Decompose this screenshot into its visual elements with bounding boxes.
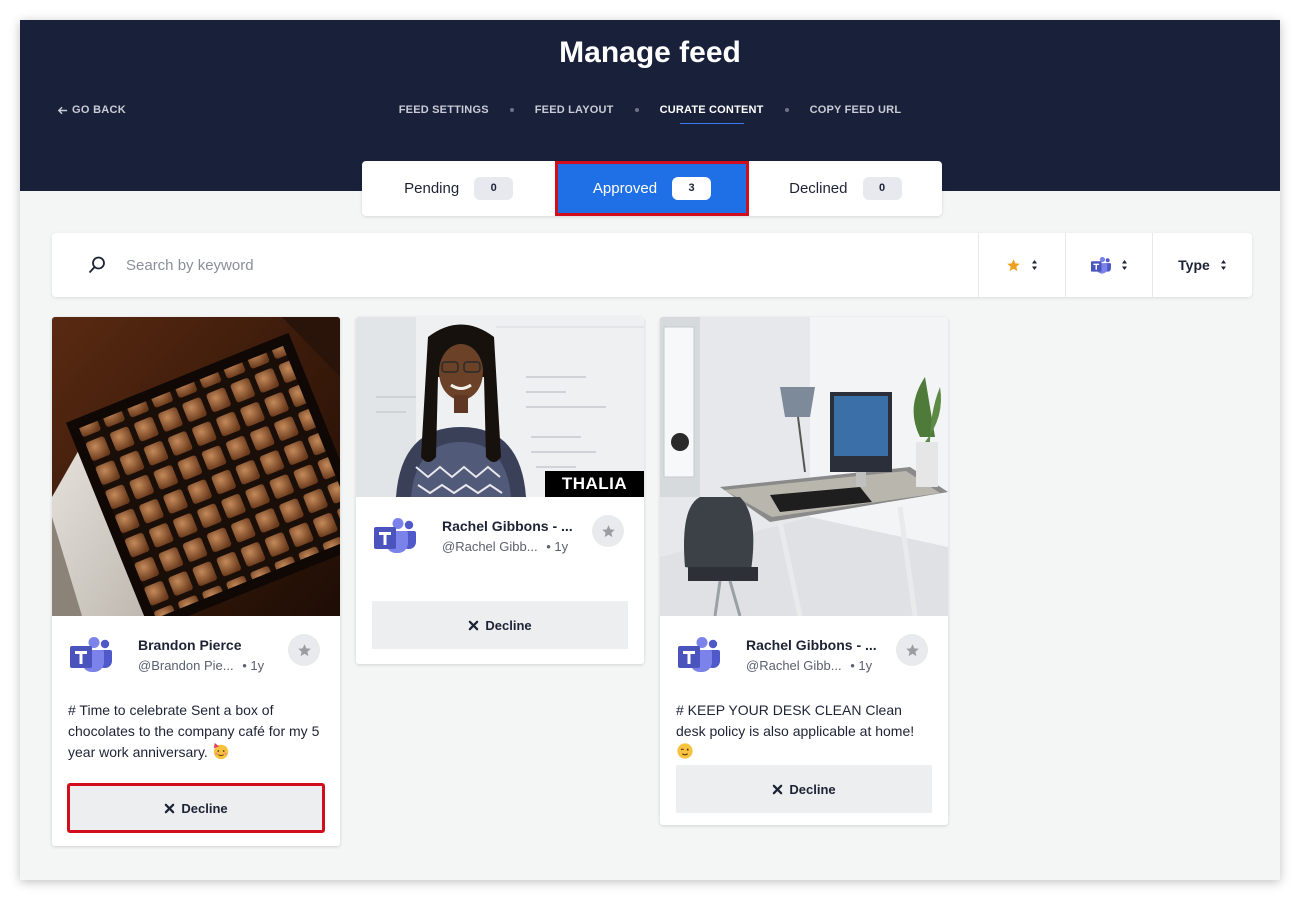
portrait-image[interactable]: THALIA: [356, 317, 644, 497]
favorites-filter[interactable]: [978, 233, 1065, 297]
author-handle: @Brandon Pie...: [138, 658, 234, 673]
search-icon: [88, 256, 105, 274]
tab-approved-count: 3: [672, 177, 712, 200]
nav-separator: [784, 108, 789, 112]
home-office-desk-image[interactable]: [660, 317, 948, 616]
post-body: # KEEP YOUR DESK CLEAN Clean desk policy…: [676, 702, 915, 739]
author-meta: @Rachel Gibb... • 1y: [442, 539, 568, 554]
nav-copy-feed-url[interactable]: COPY FEED URL: [810, 104, 902, 124]
post-author: Rachel Gibbons - ... @Rachel Gibb... • 1…: [356, 497, 644, 571]
sort-updown-icon: [1121, 260, 1127, 270]
post-card: Rachel Gibbons - ... @Rachel Gibb... • 1…: [660, 317, 948, 825]
author-name[interactable]: Rachel Gibbons - ...: [442, 518, 573, 534]
source-filter[interactable]: [1065, 233, 1152, 297]
app-window: Manage feed GO BACK FEED SETTINGS FEED L…: [20, 20, 1280, 880]
nav-separator: [509, 108, 514, 112]
author-meta: @Brandon Pie... • 1y: [138, 658, 264, 673]
moderation-tabs: Pending 0 Approved 3 Declined 0: [362, 161, 942, 216]
author-handle: @Rachel Gibb...: [442, 539, 538, 554]
nav-feed-settings[interactable]: FEED SETTINGS: [399, 104, 489, 124]
post-text: # Time to celebrate Sent a box of chocol…: [52, 690, 340, 780]
page-title: Manage feed: [559, 36, 741, 69]
author-name[interactable]: Brandon Pierce: [138, 637, 241, 653]
tab-declined-count: 0: [862, 177, 902, 200]
star-icon: [601, 524, 615, 537]
favorite-button[interactable]: [592, 515, 624, 547]
star-icon: [1007, 258, 1020, 271]
nav-curate-content[interactable]: CURATE CONTENT: [660, 104, 764, 124]
favorite-button[interactable]: [288, 634, 320, 666]
media-caption: THALIA: [545, 471, 644, 497]
close-icon: [469, 620, 479, 630]
tab-approved-label: Approved: [592, 180, 658, 197]
close-icon: [165, 803, 175, 813]
decline-button[interactable]: Decline: [67, 783, 325, 833]
author-meta: @Rachel Gibb... • 1y: [746, 658, 872, 673]
tab-pending-count: 0: [474, 177, 514, 200]
nav-separator: [634, 108, 639, 112]
chocolate-box-image[interactable]: [52, 317, 340, 616]
decline-label: Decline: [485, 617, 532, 633]
tab-pending[interactable]: Pending 0: [362, 161, 555, 216]
nav-feed-layout[interactable]: FEED LAYOUT: [535, 104, 614, 124]
close-icon: [773, 784, 783, 794]
post-card: Brandon Pierce @Brandon Pie... • 1y # Ti…: [52, 317, 340, 846]
post-author: Rachel Gibbons - ... @Rachel Gibb... • 1…: [660, 616, 948, 690]
post-author: Brandon Pierce @Brandon Pie... • 1y: [52, 616, 340, 690]
teams-icon: [1090, 256, 1111, 274]
type-filter[interactable]: Type: [1152, 233, 1252, 297]
author-name[interactable]: Rachel Gibbons - ...: [746, 637, 877, 653]
post-age: • 1y: [242, 658, 265, 673]
decline-label: Decline: [789, 781, 836, 797]
type-filter-label: Type: [1178, 257, 1210, 273]
tab-declined[interactable]: Declined 0: [749, 161, 942, 216]
microsoft-teams-icon: [374, 518, 416, 553]
microsoft-teams-icon: [70, 637, 112, 672]
winking-face-emoji-icon: [677, 743, 693, 759]
decline-button[interactable]: Decline: [372, 601, 628, 649]
tab-declined-label: Declined: [789, 180, 848, 197]
partying-face-emoji-icon: [213, 742, 228, 760]
microsoft-teams-icon: [678, 637, 720, 672]
decline-button[interactable]: Decline: [676, 765, 932, 813]
star-icon: [297, 643, 311, 656]
post-body: # Time to celebrate Sent a box of chocol…: [68, 702, 320, 760]
tab-approved[interactable]: Approved 3: [555, 161, 749, 216]
sort-updown-icon: [1220, 260, 1226, 270]
tab-pending-label: Pending: [404, 180, 460, 197]
feed-nav: FEED SETTINGS FEED LAYOUT CURATE CONTENT…: [20, 104, 1280, 124]
post-card: THALIA Rachel Gibbons - ... @Rachel Gibb…: [356, 317, 644, 664]
author-handle: @Rachel Gibb...: [746, 658, 842, 673]
post-age: • 1y: [850, 658, 873, 673]
search-input[interactable]: [126, 251, 826, 279]
star-icon: [905, 643, 919, 656]
post-age: • 1y: [546, 539, 569, 554]
sort-updown-icon: [1032, 260, 1037, 270]
favorite-button[interactable]: [896, 634, 928, 666]
post-text: # KEEP YOUR DESK CLEAN Clean desk policy…: [660, 690, 948, 762]
decline-label: Decline: [181, 800, 228, 816]
search-toolbar: Type: [52, 233, 1252, 297]
